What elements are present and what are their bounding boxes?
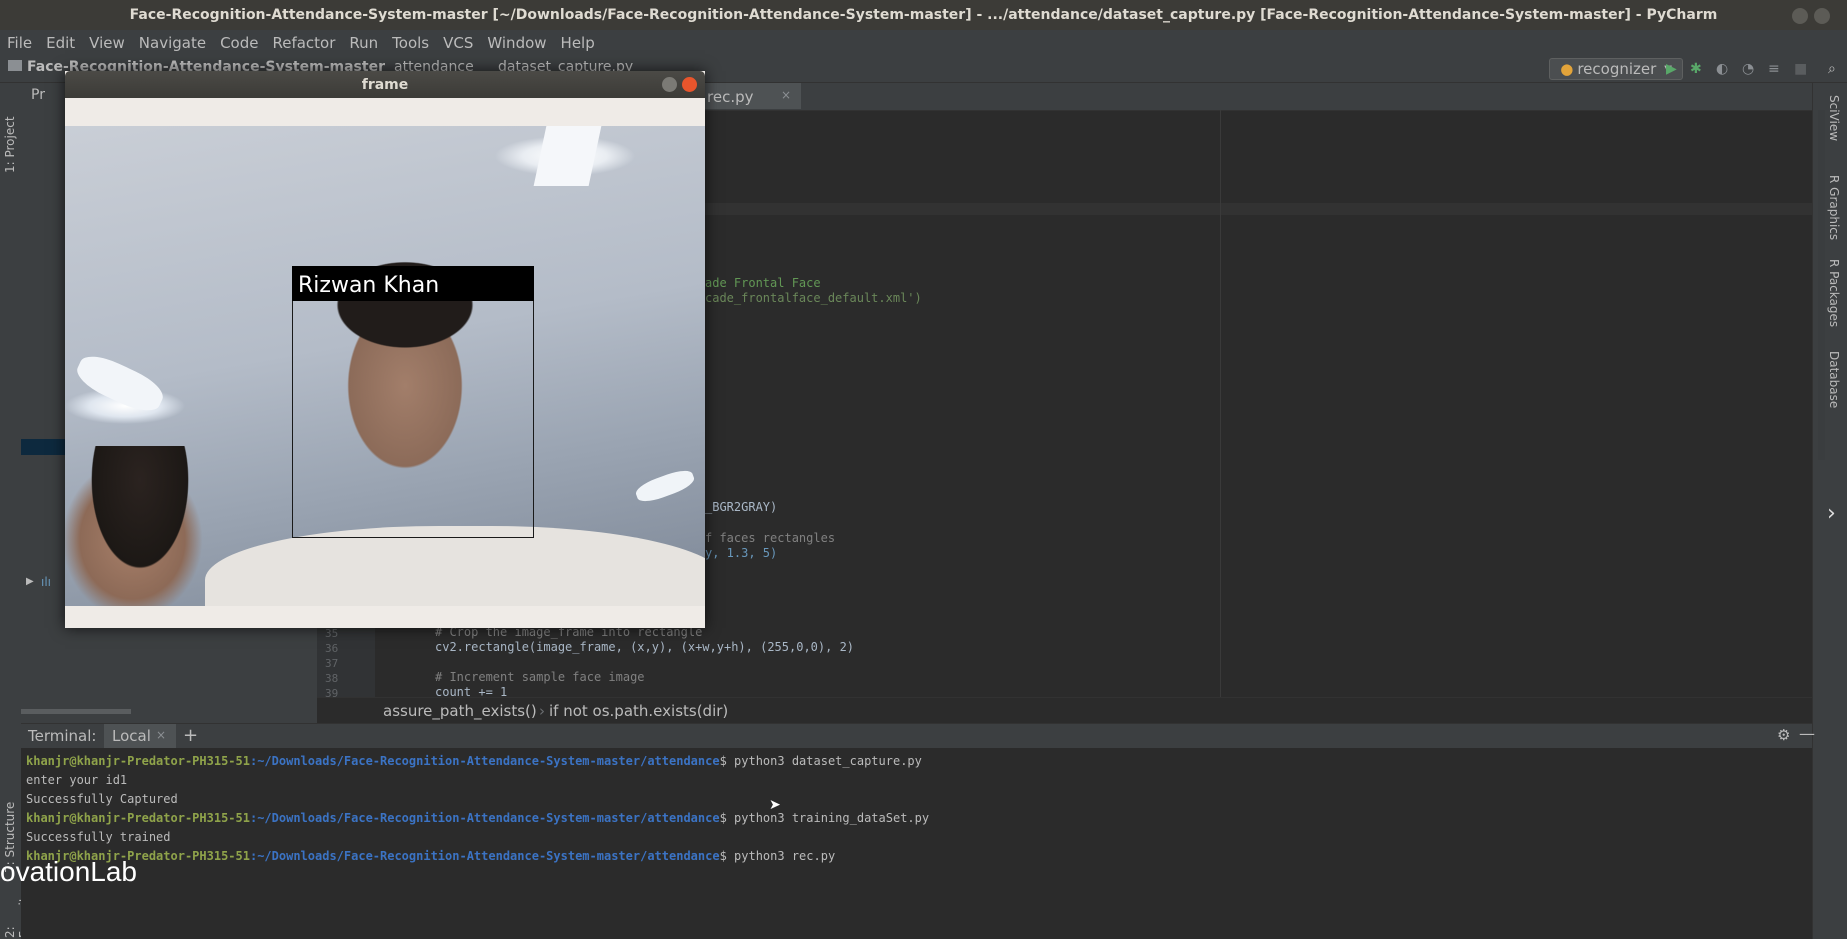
terminal-output-line: Successfully trained <box>26 830 171 844</box>
menu-vcs[interactable]: VCS <box>436 34 480 52</box>
menu-run[interactable]: Run <box>342 34 385 52</box>
run-config-label: recognizer <box>1577 60 1657 78</box>
ceiling-light <box>71 348 169 419</box>
face-label: Rizwan Khan <box>298 273 440 298</box>
ceiling-light <box>633 466 697 506</box>
chevron-right-icon: › <box>539 702 545 720</box>
project-panel-title: Pr <box>31 87 45 103</box>
terminal-tab-label: Local <box>112 727 151 745</box>
breadcrumb-statement[interactable]: if not os.path.exists(dir) <box>549 702 728 720</box>
menu-navigate[interactable]: Navigate <box>132 34 213 52</box>
library-icon: ılı <box>41 575 52 589</box>
hide-panel-icon[interactable]: — <box>1799 724 1815 743</box>
run-configuration-select[interactable]: ● recognizer ▼ <box>1549 58 1683 80</box>
close-icon[interactable] <box>682 77 697 92</box>
minimize-icon[interactable] <box>662 77 677 92</box>
terminal-header: Terminal: Local × + ⚙ — <box>21 723 1815 750</box>
background-person <box>65 446 215 606</box>
coverage-icon[interactable]: ◐ <box>1716 61 1728 77</box>
window-title-bar: Face-Recognition-Attendance-System-maste… <box>0 0 1847 30</box>
line-number: 35 <box>325 627 339 640</box>
code-fragment: y, 1.3, 5) <box>705 546 778 560</box>
code-comment: # Increment sample face image <box>435 670 645 684</box>
breadcrumb-function[interactable]: assure_path_exists() <box>383 702 537 720</box>
terminal-command-line: khanjr@khanjr-Predator-PH315-51:~/Downlo… <box>26 811 930 825</box>
python-icon: ● <box>1560 60 1574 78</box>
terminal-output[interactable]: khanjr@khanjr-Predator-PH315-51:~/Downlo… <box>21 748 1812 939</box>
debug-icon[interactable]: ✱ <box>1690 61 1702 77</box>
terminal-command-line: khanjr@khanjr-Predator-PH315-51:~/Downlo… <box>26 754 922 768</box>
code-fragment: _BGR2GRAY) <box>705 500 778 514</box>
search-icon[interactable]: ⌕ <box>1828 61 1836 77</box>
tree-expand-icon[interactable]: ▶ <box>26 576 34 587</box>
profile-icon[interactable]: ◔ <box>1742 61 1754 77</box>
line-number: 37 <box>325 657 339 670</box>
editor-tab-rec[interactable]: rec.py × <box>701 83 801 109</box>
menu-tools[interactable]: Tools <box>385 34 436 52</box>
menu-file[interactable]: File <box>0 34 39 52</box>
window-title: Face-Recognition-Attendance-System-maste… <box>129 7 1718 23</box>
code-line: cv2.rectangle(image_frame, (x,y), (x+w,y… <box>435 640 855 654</box>
menu-view[interactable]: View <box>82 34 132 52</box>
menu-bar: File Edit View Navigate Code Refactor Ru… <box>0 30 1847 55</box>
r-packages-tool-tab[interactable]: R Packages <box>1827 259 1841 327</box>
code-fragment: cade_frontalface_default.xml') <box>705 291 922 305</box>
sciview-tool-tab[interactable]: SciView <box>1827 95 1841 141</box>
gear-icon[interactable]: ⚙ <box>1777 726 1790 744</box>
code-fragment: f faces rectangles <box>705 531 836 545</box>
build-icon[interactable]: ≡ <box>1768 61 1780 77</box>
terminal-output-line: enter your id1 <box>26 773 128 787</box>
menu-refactor[interactable]: Refactor <box>265 34 342 52</box>
terminal-tab-local[interactable]: Local × <box>104 724 176 748</box>
code-fragment: ade Frontal Face <box>705 276 821 290</box>
terminal-output-line: Successfully Captured <box>26 792 178 806</box>
terminal-command-line: khanjr@khanjr-Predator-PH315-51:~/Downlo… <box>26 849 836 863</box>
menu-window[interactable]: Window <box>480 34 553 52</box>
terminal-label: Terminal: <box>28 727 97 745</box>
horizontal-scrollbar[interactable] <box>21 709 131 714</box>
database-tool-tab[interactable]: Database <box>1827 351 1841 408</box>
overlay-watermark-text: ovationLab <box>0 856 138 887</box>
frame-window[interactable]: frame Rizwan Khan <box>65 71 705 628</box>
chevron-right-icon[interactable]: › <box>1827 501 1836 526</box>
face-detection-box <box>292 266 534 538</box>
add-terminal-icon[interactable]: + <box>183 725 198 746</box>
shirt <box>205 526 705 606</box>
frame-title-bar[interactable]: frame <box>65 71 705 98</box>
mouse-cursor-icon: ➤ <box>769 797 781 813</box>
menu-help[interactable]: Help <box>554 34 602 52</box>
stop-icon[interactable]: ■ <box>1794 61 1807 77</box>
project-tool-tab[interactable]: 1: Project <box>3 93 17 173</box>
camera-feed: Rizwan Khan <box>65 126 705 606</box>
close-icon[interactable]: × <box>156 728 166 742</box>
line-number: 36 <box>325 642 339 655</box>
menu-code[interactable]: Code <box>213 34 265 52</box>
editor-vertical-scrollbar[interactable] <box>1818 110 1825 460</box>
ceiling-light <box>533 126 602 186</box>
line-number: 38 <box>325 672 339 685</box>
face-label-background: Rizwan Khan <box>292 266 534 301</box>
maximize-icon[interactable] <box>1814 8 1830 24</box>
frame-title: frame <box>361 76 409 93</box>
close-icon[interactable]: × <box>781 88 791 102</box>
right-margin-guide <box>1220 110 1221 697</box>
run-icon[interactable]: ▶ <box>1666 61 1677 77</box>
minimize-icon[interactable] <box>1792 8 1808 24</box>
menu-edit[interactable]: Edit <box>39 34 82 52</box>
editor-breadcrumb-bar: assure_path_exists() › if not os.path.ex… <box>317 697 1812 724</box>
left-tool-stripe: 1: Project 7: Structure 2: Favorites <box>0 83 31 939</box>
r-graphics-tool-tab[interactable]: R Graphics <box>1827 175 1841 240</box>
folder-icon <box>8 60 22 71</box>
tab-label: rec.py <box>707 88 754 106</box>
